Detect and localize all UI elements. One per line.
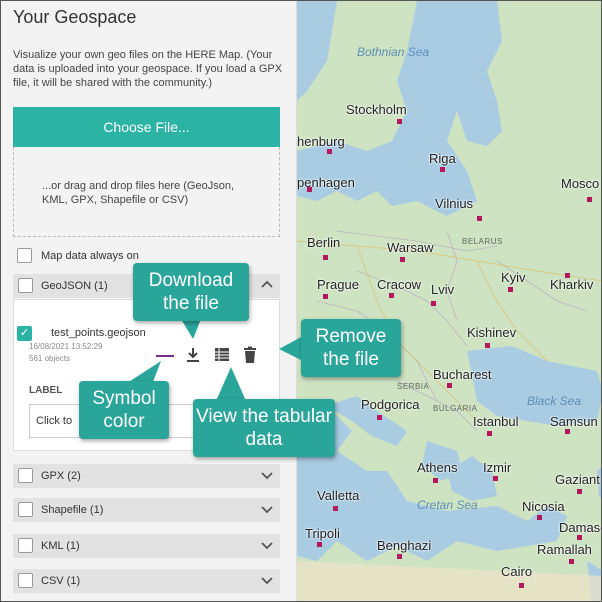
callout-download: Download the file [133,263,249,321]
screenshot-frame: Bothnian Sea Black Sea Cretan Sea BELARU… [0,0,602,602]
callout-remove: Remove the file [301,319,401,377]
callout-pointers [121,319,303,401]
callout-tabular-data: View the tabular data [193,399,335,457]
callout-symbol-color: Symbol color [79,381,169,439]
